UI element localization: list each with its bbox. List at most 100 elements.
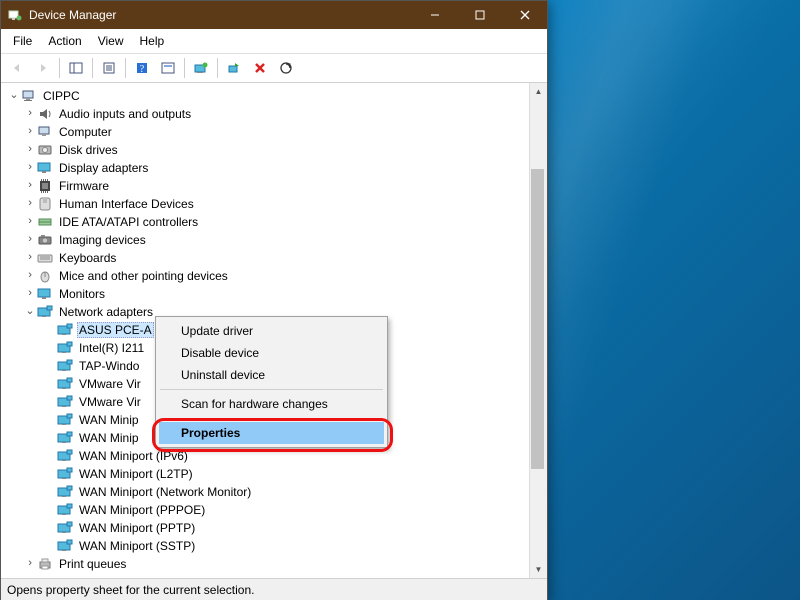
tree-category[interactable]: ›Monitors xyxy=(5,285,529,303)
context-menu-label: Disable device xyxy=(181,346,259,360)
help-button[interactable]: ? xyxy=(130,56,154,80)
expand-icon[interactable]: › xyxy=(23,163,37,174)
toolbar-separator xyxy=(125,58,126,78)
uninstall-device-button[interactable] xyxy=(248,56,272,80)
show-hide-console-tree-button[interactable] xyxy=(64,56,88,80)
tree-category[interactable]: › Imaging devices xyxy=(5,231,529,249)
expand-icon[interactable]: › xyxy=(23,559,37,570)
tree-category[interactable]: › Print queues xyxy=(5,555,529,573)
tree-node-label: Print queues xyxy=(57,557,128,571)
tree-node-label: WAN Minip xyxy=(77,431,141,445)
pc-icon xyxy=(21,88,37,104)
menu-action[interactable]: Action xyxy=(40,33,89,49)
collapse-icon[interactable]: ⌄ xyxy=(7,91,21,102)
tree-node-label: Audio inputs and outputs xyxy=(57,107,193,121)
tree-category[interactable]: › Disk drives xyxy=(5,141,529,159)
expand-icon[interactable]: › xyxy=(23,199,37,210)
tree-category[interactable]: ›Firmware xyxy=(5,177,529,195)
window-title: Device Manager xyxy=(29,8,412,22)
netadapter-icon xyxy=(57,484,73,500)
tree-device[interactable]: ›WAN Miniport (PPTP) xyxy=(5,519,529,537)
expand-icon[interactable]: › xyxy=(23,253,37,264)
scan-hardware-button[interactable] xyxy=(274,56,298,80)
disk-icon xyxy=(37,142,53,158)
tree-root[interactable]: ⌄CIPPC xyxy=(5,87,529,105)
expand-icon[interactable]: › xyxy=(23,181,37,192)
titlebar[interactable]: Device Manager xyxy=(1,1,547,29)
scroll-up-button[interactable]: ▲ xyxy=(531,83,546,100)
tree-category[interactable]: ›Keyboards xyxy=(5,249,529,267)
netadapter-icon xyxy=(57,520,73,536)
tree-category[interactable]: › Display adapters xyxy=(5,159,529,177)
tree-node-label: Mice and other pointing devices xyxy=(57,269,230,283)
context-menu-item[interactable]: Uninstall device xyxy=(159,364,384,386)
menu-help[interactable]: Help xyxy=(132,33,173,49)
context-menu-item[interactable]: Update driver xyxy=(159,320,384,342)
tree-node-label: Network adapters xyxy=(57,305,155,319)
tree-node-label: Display adapters xyxy=(57,161,150,175)
keyboard-icon xyxy=(37,250,53,266)
update-driver-button[interactable] xyxy=(189,56,213,80)
tree-device[interactable]: ›WAN Miniport (PPPOE) xyxy=(5,501,529,519)
context-menu: Update driver Disable device Uninstall dev… xyxy=(155,316,388,448)
collapse-icon[interactable]: ⌄ xyxy=(23,307,37,318)
menu-file[interactable]: File xyxy=(5,33,40,49)
tree-category[interactable]: › Audio inputs and outputs xyxy=(5,105,529,123)
minimize-button[interactable] xyxy=(412,1,457,29)
context-menu-label: Uninstall device xyxy=(181,368,265,382)
imaging-icon xyxy=(37,232,53,248)
context-menu-label: Update driver xyxy=(181,324,253,338)
context-menu-item[interactable]: Properties xyxy=(159,422,384,444)
toolbar: ? xyxy=(1,54,547,83)
tree-device[interactable]: ›WAN Miniport (L2TP) xyxy=(5,465,529,483)
tree-node-label: WAN Miniport (L2TP) xyxy=(77,467,195,481)
tree-category[interactable]: ›Computer xyxy=(5,123,529,141)
device-manager-window: Device Manager File Action View Help ? ⌄… xyxy=(0,0,548,600)
netadapter-icon xyxy=(57,466,73,482)
tree-node-label: TAP-Windo xyxy=(77,359,141,373)
toolbar-separator xyxy=(217,58,218,78)
netadapter-icon xyxy=(57,394,73,410)
maximize-button[interactable] xyxy=(457,1,502,29)
menu-view[interactable]: View xyxy=(90,33,132,49)
tree-node-label: WAN Miniport (PPPOE) xyxy=(77,503,207,517)
tree-category[interactable]: ›IDE ATA/ATAPI controllers xyxy=(5,213,529,231)
scroll-thumb[interactable] xyxy=(531,169,544,469)
tree-category[interactable]: ›Human Interface Devices xyxy=(5,195,529,213)
tree-node-label: WAN Miniport (Network Monitor) xyxy=(77,485,253,499)
expand-icon[interactable]: › xyxy=(23,271,37,282)
tree-device[interactable]: ›WAN Miniport (Network Monitor) xyxy=(5,483,529,501)
expand-icon[interactable]: › xyxy=(23,109,37,120)
context-menu-item[interactable]: Scan for hardware changes xyxy=(159,393,384,415)
enable-device-button[interactable] xyxy=(222,56,246,80)
context-menu-label: Properties xyxy=(181,426,240,440)
expand-icon[interactable]: › xyxy=(23,217,37,228)
expand-icon[interactable]: › xyxy=(23,235,37,246)
tree-device[interactable]: ›WAN Miniport (SSTP) xyxy=(5,537,529,555)
svg-text:?: ? xyxy=(140,64,145,75)
scroll-down-button[interactable]: ▼ xyxy=(531,561,546,578)
context-menu-separator xyxy=(160,418,383,419)
expand-icon[interactable]: › xyxy=(23,289,37,300)
back-button[interactable] xyxy=(5,56,29,80)
netadapter-icon xyxy=(57,430,73,446)
expand-icon[interactable]: › xyxy=(23,145,37,156)
toolbar-separator xyxy=(184,58,185,78)
tree-device[interactable]: ›WAN Miniport (IPv6) xyxy=(5,447,529,465)
tree-category[interactable]: › Mice and other pointing devices xyxy=(5,267,529,285)
properties-button[interactable] xyxy=(97,56,121,80)
forward-button[interactable] xyxy=(31,56,55,80)
context-menu-item[interactable]: Disable device xyxy=(159,342,384,364)
tree-node-label: Disk drives xyxy=(57,143,120,157)
tree-node-label: VMware Vir xyxy=(77,377,143,391)
expand-icon[interactable]: › xyxy=(23,127,37,138)
scroll-track[interactable] xyxy=(530,100,547,561)
vertical-scrollbar[interactable]: ▲ ▼ xyxy=(529,83,547,578)
netadapter-icon xyxy=(57,376,73,392)
netadapter-icon xyxy=(57,340,73,356)
monitor-icon xyxy=(37,286,53,302)
close-button[interactable] xyxy=(502,1,547,29)
tree-node-label: Imaging devices xyxy=(57,233,148,247)
action-button[interactable] xyxy=(156,56,180,80)
hid-icon xyxy=(37,196,53,212)
